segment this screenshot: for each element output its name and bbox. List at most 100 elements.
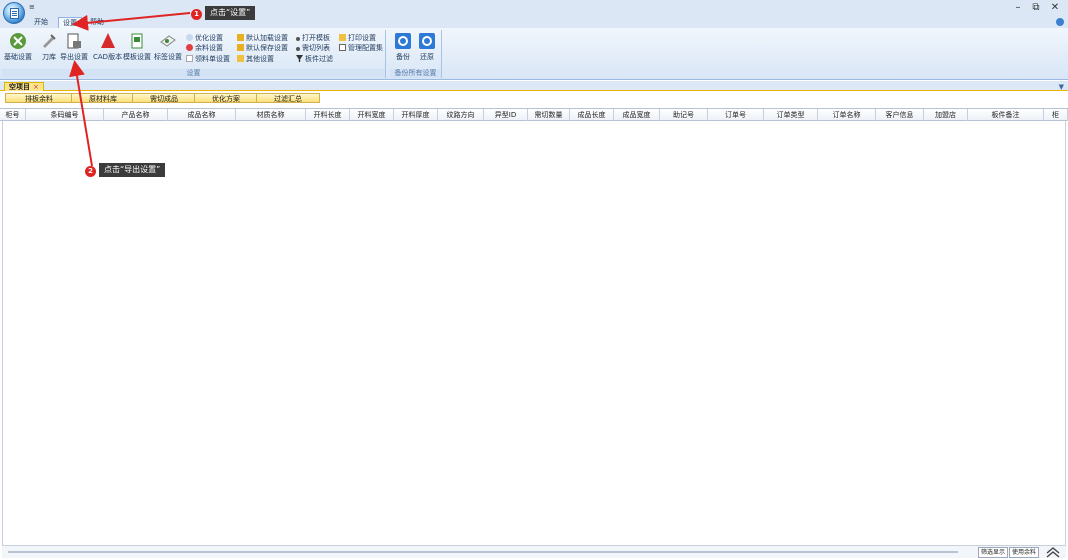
col-header[interactable]: 成品名称	[168, 109, 236, 121]
label-settings-icon	[160, 35, 176, 47]
board-filter-button[interactable]: 板件过滤	[296, 55, 333, 64]
backup-button[interactable]: 备份	[394, 32, 412, 62]
default-load-settings-button[interactable]: 默认加载设置	[237, 34, 288, 43]
tab-start[interactable]: 开始	[30, 17, 52, 28]
document-tab[interactable]: 空项目 ×	[4, 82, 44, 91]
col-header[interactable]: 柜号	[0, 109, 26, 121]
other-settings-icon	[237, 55, 244, 62]
col-header[interactable]: 客户信息	[876, 109, 924, 121]
export-settings-icon	[67, 33, 81, 49]
subtab-optimize-plan[interactable]: 优化方案	[194, 93, 258, 103]
print-settings-icon	[339, 34, 346, 41]
tab-settings[interactable]: 设置	[58, 17, 82, 28]
tool-library-icon	[43, 34, 56, 48]
folder-save-icon	[237, 44, 244, 51]
help-icon[interactable]	[1056, 18, 1064, 26]
open-template-label: 打开模板	[302, 34, 330, 42]
minimize-button[interactable]: –	[1010, 1, 1026, 15]
col-header[interactable]: 异型ID	[484, 109, 528, 121]
default-save-settings-button[interactable]: 默认保存设置	[237, 44, 288, 53]
col-header[interactable]: 柜	[1044, 109, 1068, 121]
manage-config-label: 管理配置集	[348, 44, 383, 52]
restore-gear-icon	[419, 33, 435, 49]
col-header[interactable]: 条码编号	[26, 109, 104, 121]
quick-access-menu-icon[interactable]: ≡	[29, 3, 35, 11]
picking-list-icon	[186, 55, 193, 62]
grid-footer: 筛选显示 使用余料	[2, 545, 1066, 558]
remnant-icon	[186, 44, 193, 51]
filter-display-button[interactable]: 筛选显示	[978, 547, 1009, 558]
subtab-material-library[interactable]: 原材料库	[71, 93, 135, 103]
default-save-settings-label: 默认保存设置	[246, 44, 288, 52]
folder-open-icon	[237, 34, 244, 41]
col-header[interactable]: 需切数量	[528, 109, 570, 121]
cad-version-label: CAD版本	[93, 53, 123, 61]
backup-group-label: 备份所有设置	[390, 69, 441, 78]
backup-group: 备份 还原 备份所有设置	[390, 30, 442, 78]
col-header[interactable]: 加盟店	[924, 109, 968, 121]
sub-tab-row: 排板余料 原材料库 需切成品 优化方案 过滤汇总	[0, 92, 1068, 103]
other-settings-button[interactable]: 其他设置	[237, 55, 274, 64]
default-load-settings-label: 默认加载设置	[246, 34, 288, 42]
col-header[interactable]: 成品长度	[570, 109, 614, 121]
close-tab-icon[interactable]: ×	[33, 83, 39, 91]
restore-settings-button[interactable]: 还原	[418, 32, 436, 62]
col-header[interactable]: 材质名称	[236, 109, 306, 121]
backup-label: 备份	[396, 53, 410, 61]
col-header[interactable]: 订单类型	[764, 109, 818, 121]
ribbon: 基础设置 刀库 导出设置 CAD版本 模板设置 标签设置 优化设置 余料设置 领…	[0, 28, 1068, 80]
tool-library-button[interactable]: 刀库	[40, 32, 58, 62]
picking-list-settings-button[interactable]: 领料单设置	[186, 55, 230, 64]
col-header[interactable]: 成品宽度	[614, 109, 660, 121]
basic-settings-icon	[10, 33, 26, 49]
optimize-settings-button[interactable]: 优化设置	[186, 34, 223, 43]
subtab-filter-summary[interactable]: 过滤汇总	[256, 93, 320, 103]
manage-config-icon	[339, 44, 346, 51]
template-settings-button[interactable]: 模板设置	[123, 32, 151, 62]
col-header[interactable]: 纹路方向	[438, 109, 484, 121]
backup-gear-icon	[395, 33, 411, 49]
open-template-button[interactable]: 打开模板	[296, 34, 330, 43]
collapse-up-icon[interactable]	[1046, 546, 1060, 558]
label-settings-label: 标签设置	[154, 53, 182, 61]
print-settings-button[interactable]: 打印设置	[339, 34, 376, 43]
tab-dropdown-icon[interactable]: ▼	[1059, 83, 1064, 91]
col-header[interactable]: 开料宽度	[350, 109, 394, 121]
col-header[interactable]: 板件备注	[968, 109, 1044, 121]
basic-settings-label: 基础设置	[4, 53, 32, 61]
manage-config-button[interactable]: 管理配置集	[339, 44, 383, 53]
col-header[interactable]: 产品名称	[104, 109, 168, 121]
subtab-layout-remnant[interactable]: 排板余料	[5, 93, 73, 103]
basic-settings-button[interactable]: 基础设置	[4, 32, 32, 62]
horizontal-scrollbar[interactable]	[8, 551, 958, 553]
settings-group: 基础设置 刀库 导出设置 CAD版本 模板设置 标签设置 优化设置 余料设置 领…	[2, 30, 386, 78]
app-menu-button[interactable]	[3, 2, 25, 24]
tab-help[interactable]: 帮助	[86, 17, 108, 28]
optimize-icon	[186, 34, 193, 41]
use-remnant-button[interactable]: 使用余料	[1009, 547, 1040, 558]
export-settings-button[interactable]: 导出设置	[60, 32, 88, 62]
annotation-badge-2: 2	[85, 166, 96, 177]
grid-body[interactable]	[2, 121, 1066, 545]
annotation-callout-1: 点击“设置”	[205, 6, 256, 20]
col-header[interactable]: 开料厚度	[394, 109, 438, 121]
close-button[interactable]: ✕	[1047, 1, 1063, 15]
col-header[interactable]: 订单名称	[818, 109, 876, 121]
export-settings-label: 导出设置	[60, 53, 88, 61]
restore-button[interactable]: ⧉	[1028, 1, 1044, 15]
cut-list-label: 需切列表	[302, 44, 330, 52]
document-tab-label: 空项目	[9, 83, 30, 91]
label-settings-button[interactable]: 标签设置	[154, 32, 182, 62]
annotation-callout-2: 点击“导出设置”	[99, 163, 166, 177]
cad-version-button[interactable]: CAD版本	[93, 32, 122, 62]
subtab-cut-products[interactable]: 需切成品	[132, 93, 196, 103]
cut-list-button[interactable]: 需切列表	[296, 44, 330, 53]
annotation-badge-1: 1	[191, 9, 202, 20]
template-settings-label: 模板设置	[123, 53, 151, 61]
col-header[interactable]: 订单号	[708, 109, 764, 121]
remnant-settings-button[interactable]: 余料设置	[186, 44, 223, 53]
col-header[interactable]: 开料长度	[306, 109, 350, 121]
other-settings-label: 其他设置	[246, 55, 274, 63]
print-settings-label: 打印设置	[348, 34, 376, 42]
col-header[interactable]: 助记号	[660, 109, 708, 121]
